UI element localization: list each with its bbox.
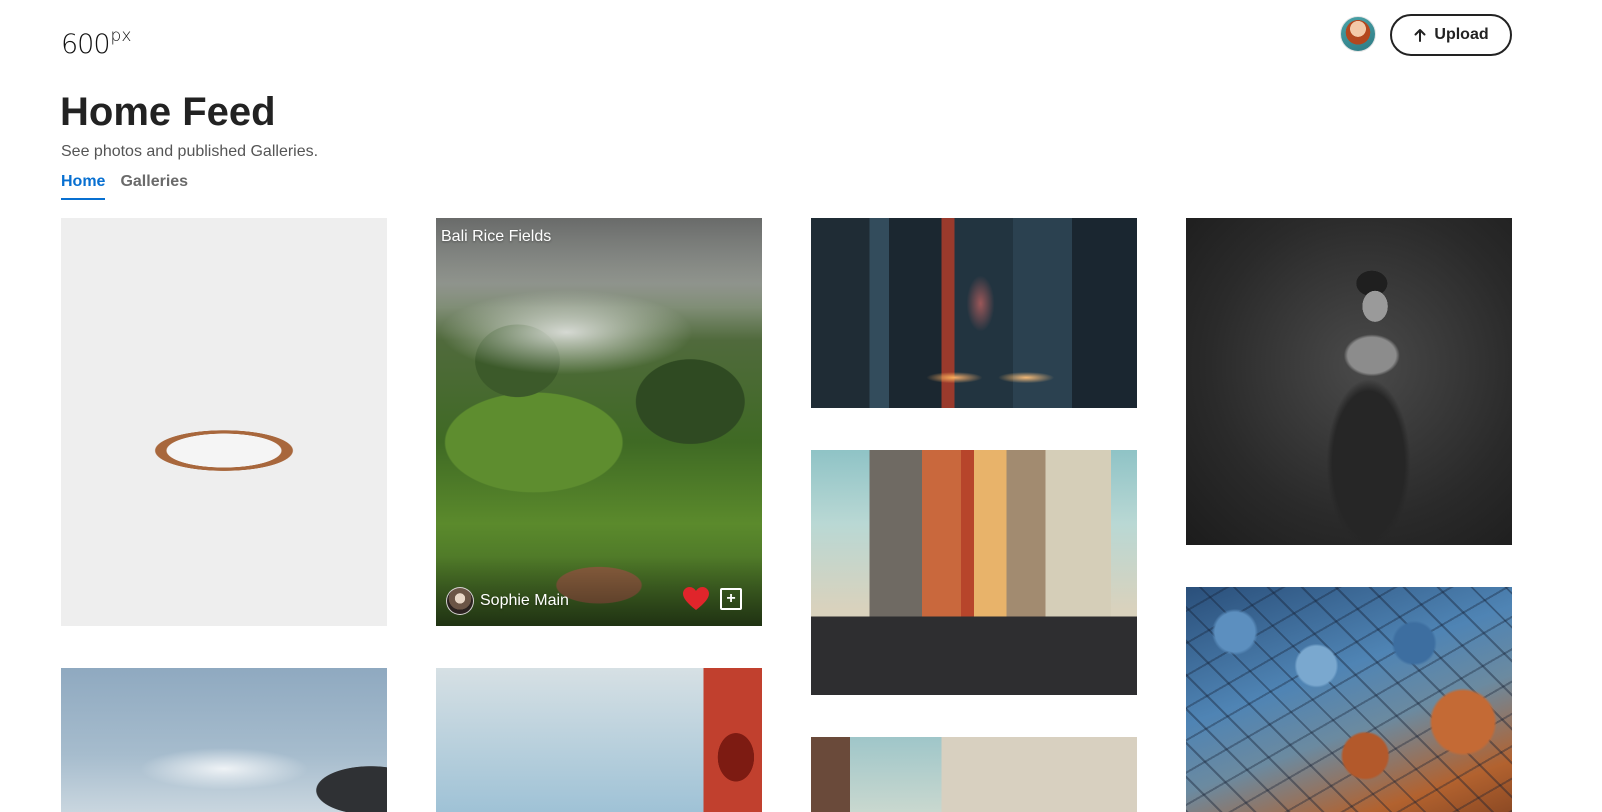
tab-galleries[interactable]: Galleries: [120, 172, 188, 200]
photo-card-cracked-texture[interactable]: [1186, 587, 1512, 812]
top-bar: 600px Upload: [0, 0, 1602, 72]
photo-image: [1186, 587, 1512, 812]
upload-button-label: Upload: [1434, 26, 1489, 43]
add-to-gallery-button[interactable]: +: [720, 588, 742, 610]
photo-card-bali-rice-fields[interactable]: Bali Rice Fields Sophie Main +: [436, 218, 762, 626]
photo-card-tokyo-street[interactable]: [811, 450, 1137, 695]
photo-image: [436, 668, 762, 812]
photo-image: [61, 668, 387, 812]
logo-text: 600: [61, 29, 111, 60]
photo-title: Bali Rice Fields: [441, 228, 552, 245]
logo-suffix: px: [110, 26, 132, 46]
photo-card-arch[interactable]: [436, 668, 762, 812]
photo-card-tower[interactable]: [811, 737, 1137, 812]
photo-image: [811, 218, 1137, 408]
photo-card-aerial-city[interactable]: [61, 218, 387, 626]
arrow-up-icon: [1414, 29, 1426, 42]
photographer-name: Sophie Main: [480, 592, 569, 609]
photo-image: [1186, 218, 1512, 545]
tab-home[interactable]: Home: [61, 172, 106, 200]
page-subtitle: See photos and published Galleries.: [61, 143, 319, 160]
upload-button[interactable]: Upload: [1390, 14, 1512, 56]
page-title: Home Feed: [60, 90, 276, 134]
photo-image: [61, 218, 387, 626]
feed-tabs: Home Galleries: [61, 172, 188, 200]
photo-image: [811, 450, 1137, 695]
photo-card-city-night[interactable]: [811, 218, 1137, 408]
photo-image: [811, 737, 1137, 812]
photographer-link[interactable]: Sophie Main: [446, 587, 569, 615]
photo-card-coast[interactable]: [61, 668, 387, 812]
user-avatar[interactable]: [1340, 16, 1376, 52]
photographer-avatar: [446, 587, 474, 615]
logo[interactable]: 600px: [61, 18, 131, 65]
like-button[interactable]: [682, 586, 710, 612]
plus-icon: +: [726, 590, 736, 607]
photo-card-portrait[interactable]: [1186, 218, 1512, 545]
heart-icon: [683, 587, 709, 610]
